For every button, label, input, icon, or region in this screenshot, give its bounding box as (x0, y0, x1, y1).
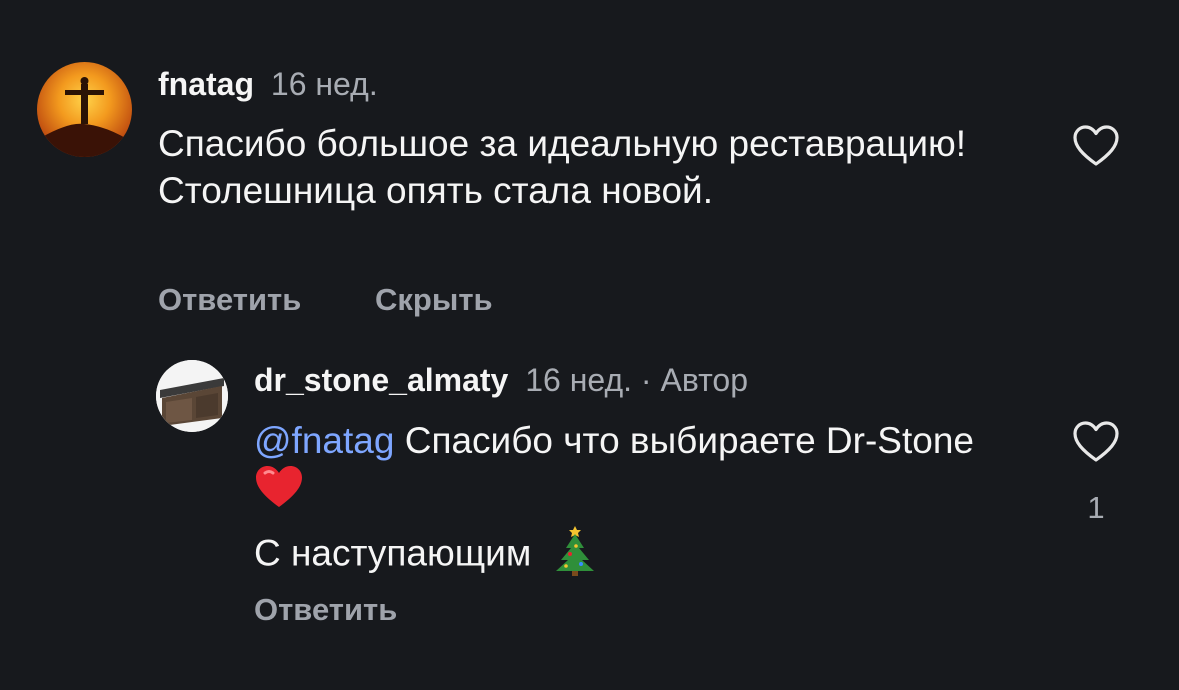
reply-text: @fnatag Спасибо что выбираете Dr-Stone (254, 417, 1014, 521)
username[interactable]: dr_stone_almaty (254, 362, 508, 398)
author-label: · Автор (640, 362, 748, 398)
reply-button[interactable]: Ответить (158, 282, 301, 318)
like-count: 1 (1087, 490, 1105, 525)
reply-button[interactable]: Ответить (254, 592, 397, 628)
mention-link[interactable]: @fnatag (254, 420, 394, 461)
username[interactable]: fnatag (158, 66, 254, 102)
hide-button[interactable]: Скрыть (375, 282, 493, 318)
comment-text: Спасибо большое за идеальную реставрацию… (158, 123, 967, 211)
timestamp: 16 нед. (525, 362, 633, 398)
heart-icon[interactable] (1072, 124, 1120, 173)
avatar-dr-stone[interactable] (156, 360, 228, 432)
christmas-tree-emoji (552, 524, 598, 587)
timestamp: 16 нед. (270, 66, 378, 102)
reply-text-line2-body: С наступающим (254, 532, 532, 574)
avatar-fnatag[interactable] (37, 62, 132, 157)
reply-text-body: Спасибо что выбираете Dr-Stone (404, 420, 974, 461)
red-heart-emoji (254, 464, 304, 521)
heart-icon[interactable] (1072, 420, 1120, 469)
reply-meta: dr_stone_almaty 16 нед. · Автор (254, 362, 748, 399)
comment-meta: fnatag 16 нед. (158, 66, 378, 103)
reply-text-line2: С наступающим (254, 524, 598, 587)
